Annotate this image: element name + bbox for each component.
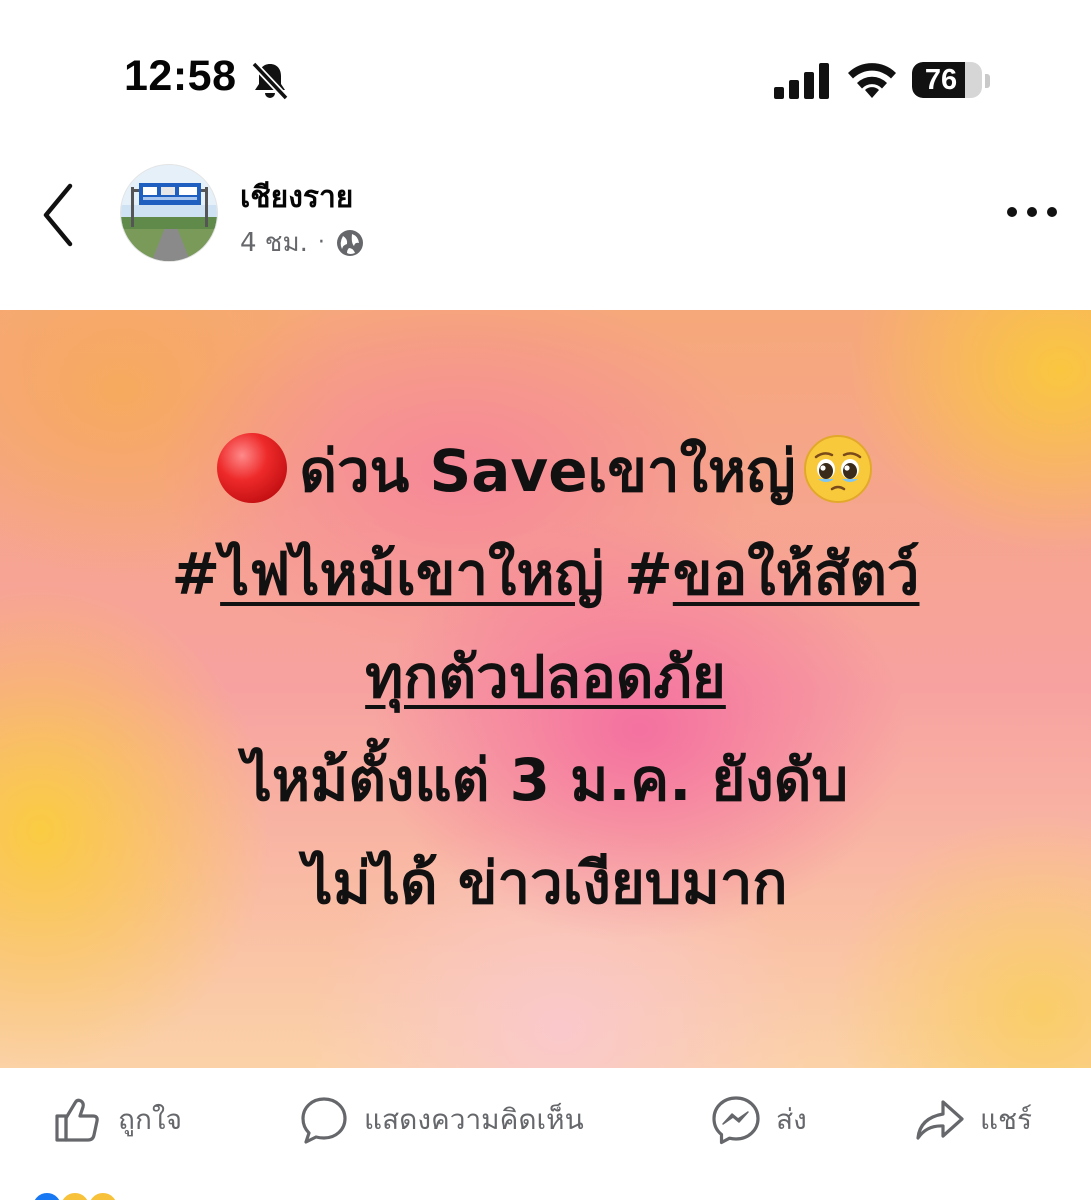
hash-symbol-1: #: [171, 540, 221, 608]
share-label: แชร์: [980, 1103, 1033, 1136]
battery-level: 76: [924, 64, 958, 96]
like-label: ถูกใจ: [118, 1103, 182, 1136]
status-time: 12:58: [124, 52, 237, 100]
comment-bubble-icon: [301, 1097, 347, 1144]
avatar[interactable]: [120, 164, 218, 262]
post-background-card: ด่วน Saveเขาใหญ่ #ไฟไหม้เขาใหญ่ #ขอให้สั…: [0, 310, 1091, 1068]
post-line-2: #ไฟไหม้เขาใหญ่ #ขอให้สัตว์: [0, 523, 1091, 626]
hashtag-animals-safe-part2[interactable]: ทุกตัวปลอดภัย: [365, 643, 726, 711]
post-line-5: ไม่ได้ ข่าวเงียบมาก: [303, 849, 788, 917]
comment-label: แสดงความคิดเห็น: [364, 1103, 584, 1136]
post-meta: 4 ชม. ·: [240, 222, 365, 263]
hashtag-fire-khao-yai[interactable]: ไฟไหม้เขาใหญ่: [220, 540, 604, 608]
post-author[interactable]: เชียงราย: [240, 174, 353, 221]
like-button[interactable]: ถูกใจ: [52, 1094, 182, 1146]
hash-symbol-2: #: [604, 540, 673, 608]
sad-reaction-icon: [86, 1190, 120, 1200]
post-timestamp[interactable]: 4 ชม.: [240, 222, 308, 263]
share-arrow-icon: [916, 1100, 964, 1140]
thumbs-up-icon: [55, 1098, 99, 1142]
status-bar: 12:58 76: [0, 0, 1091, 160]
avatar-image: [121, 165, 217, 261]
meta-separator: ·: [317, 230, 325, 255]
bell-slash-icon: [251, 61, 289, 101]
post-line-3: ทุกตัวปลอดภัย: [0, 626, 1091, 729]
battery-cap: [985, 74, 990, 88]
battery-body: 76: [912, 62, 982, 98]
post-line-4: ไหม้ตั้งแต่ 3 ม.ค. ยังดับ: [242, 746, 849, 814]
back-button[interactable]: [36, 180, 84, 250]
hashtag-animals-safe-part1[interactable]: ขอให้สัตว์: [673, 540, 920, 608]
post-line-1-text: ด่วน Saveเขาใหญ่: [299, 437, 796, 505]
comment-button[interactable]: แสดงความคิดเห็น: [298, 1094, 584, 1146]
post-header: เชียงราย 4 ชม. ·: [0, 150, 1091, 300]
share-button[interactable]: แชร์: [914, 1094, 1032, 1146]
messenger-icon: [712, 1096, 760, 1145]
globe-icon: [336, 229, 363, 256]
send-button[interactable]: ส่ง: [710, 1094, 807, 1146]
more-options-button[interactable]: [1004, 200, 1060, 224]
battery-indicator: 76: [912, 60, 992, 100]
wifi-icon: [848, 63, 896, 98]
reaction-icons[interactable]: [30, 1190, 120, 1200]
pleading-face-icon: [803, 435, 872, 503]
post-text: ด่วน Saveเขาใหญ่ #ไฟไหม้เขาใหญ่ #ขอให้สั…: [0, 420, 1091, 935]
post-action-bar: ถูกใจ แสดงความคิดเห็น ส่ง แชร์: [0, 1068, 1091, 1178]
cellular-signal-icon: [774, 63, 829, 99]
post-line-1: ด่วน Saveเขาใหญ่: [0, 420, 1091, 523]
screen: 12:58 76 เชียงราย 4 ชม. · ด่วน Saveเขาให…: [0, 0, 1091, 1200]
send-label: ส่ง: [776, 1103, 807, 1136]
red-circle-icon: [217, 433, 288, 503]
